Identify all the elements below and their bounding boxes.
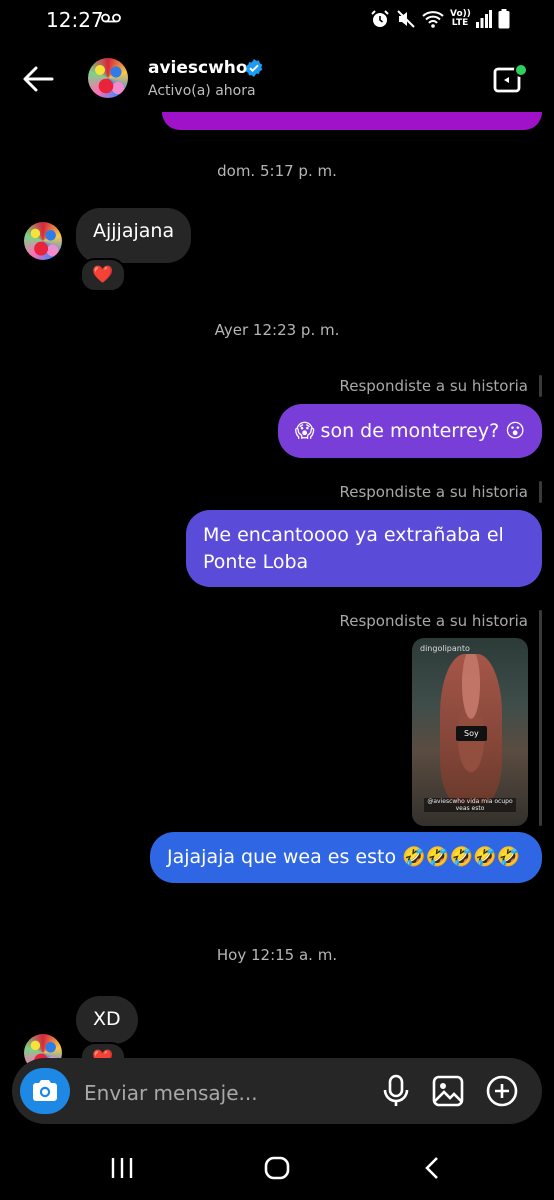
message-text: Jajajaja que wea es esto 🤣🤣🤣🤣🤣 [167, 846, 521, 868]
active-status: Activo(a) ahora [148, 83, 256, 99]
story-caption: @aviescwho vida mia ocupo veas esto [424, 798, 516, 812]
replied-to-story-label: Respondiste a su historia [339, 377, 528, 395]
add-icon[interactable] [486, 1074, 518, 1108]
voicemail-icon [101, 13, 121, 23]
status-time: 12:27 [46, 8, 104, 32]
sender-avatar[interactable] [24, 222, 62, 260]
recent-apps-icon [111, 1158, 133, 1178]
timestamp: dom. 5:17 p. m. [217, 162, 337, 180]
outgoing-message-bubble[interactable]: Me encantoooo ya extrañaba el Ponte Loba [186, 510, 542, 588]
username[interactable]: aviescwho [148, 58, 248, 78]
replied-to-story-label: Respondiste a su historia [339, 483, 528, 501]
story-text-overlay: Soy [456, 726, 487, 741]
status-icons: Vo)) LTE [370, 8, 510, 30]
signal-icon [476, 10, 492, 28]
back-arrow-icon[interactable] [22, 63, 54, 95]
battery-icon [498, 9, 510, 29]
outgoing-message-bubble[interactable]: Jajajaja que wea es esto 🤣🤣🤣🤣🤣 [150, 832, 542, 883]
story-username: dingolipanto [420, 644, 470, 653]
message-text: Me encantoooo ya extrañaba el Ponte Loba [203, 524, 504, 573]
replied-to-story-label: Respondiste a su historia [339, 612, 528, 630]
story-thumbnail[interactable]: dingolipanto Soy @aviescwho vida mia ocu… [412, 638, 528, 826]
message-text: XD [93, 1008, 121, 1030]
back-button[interactable] [412, 1152, 452, 1184]
mute-icon [397, 10, 415, 28]
wifi-icon [422, 11, 444, 28]
alarm-icon [371, 10, 389, 27]
home-button[interactable] [257, 1152, 297, 1184]
recent-apps-button[interactable] [102, 1152, 142, 1184]
back-chevron-icon [425, 1157, 438, 1179]
incoming-message-bubble[interactable]: Ajjjajana [76, 208, 192, 263]
message-input[interactable] [82, 1078, 376, 1108]
network-label: Vo)) LTE [450, 9, 471, 28]
avatar[interactable] [88, 58, 128, 98]
gallery-icon[interactable] [432, 1074, 464, 1108]
message-text: 😱 son de monterrey? 😮 [294, 420, 525, 442]
incoming-message-bubble[interactable]: XD [76, 996, 138, 1044]
outgoing-message-bubble[interactable]: 😱 son de monterrey? 😮 [277, 404, 542, 458]
reply-indicator-bar [539, 375, 542, 397]
microphone-icon[interactable] [380, 1074, 412, 1108]
message-text: Ajjjajana [93, 220, 175, 242]
previous-message-bubble [162, 112, 542, 130]
timestamp: Hoy 12:15 a. m. [216, 946, 338, 964]
reply-indicator-bar [539, 481, 542, 503]
timestamp: Ayer 12:23 p. m. [214, 321, 340, 339]
home-icon [264, 1156, 290, 1180]
camera-button[interactable] [20, 1068, 70, 1114]
reply-indicator-bar [539, 610, 542, 826]
video-call-icon[interactable] [492, 63, 528, 95]
heart-reaction-icon[interactable]: ❤️ [80, 258, 126, 292]
verified-badge-icon [245, 59, 263, 77]
camera-icon [33, 1080, 57, 1101]
